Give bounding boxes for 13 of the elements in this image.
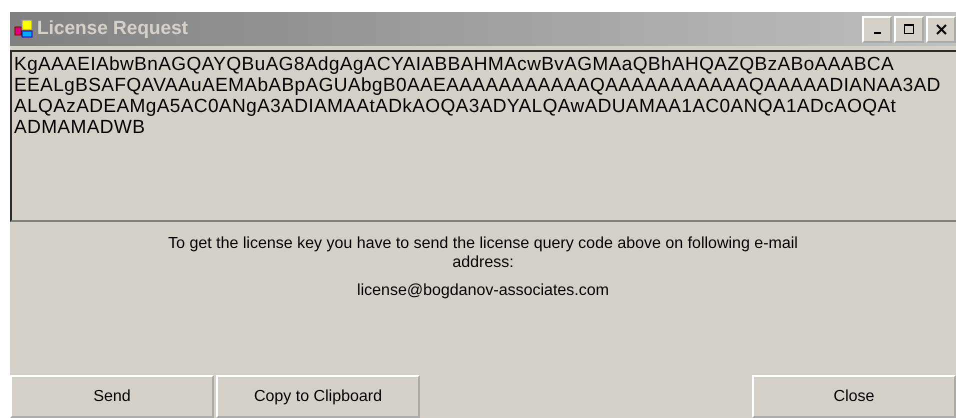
email-address: license@bogdanov-associates.com bbox=[356, 282, 610, 300]
close-icon bbox=[936, 24, 946, 34]
close-button[interactable] bbox=[926, 16, 956, 42]
window-title: License Request bbox=[37, 18, 189, 40]
dialog-button[interactable]: Copy to Clipboard bbox=[216, 375, 420, 418]
dialog-button[interactable]: Close bbox=[752, 375, 956, 418]
minimize-icon bbox=[874, 32, 880, 34]
app-icon bbox=[14, 19, 34, 39]
maximize-button[interactable] bbox=[894, 16, 924, 42]
query-code-field[interactable]: KgAAAEIAbwBnAGQAYQBuAG8AdgAgACYAIABBAHMAcwBvAGMAaQBhAHQAZQBzABoAAABCA EEALgBSAFQAVAAuAEMAbABpAGUAbgB0AAEAAAAAAAAAAAQAAAAAAAAAAAQAAAAADIANAA3AD ALQAzADEAMgA5AC0ANgA3ADIAMAAtADkAOQA3ADYALQAwADUAMAA1AC0ANQA1ADcAOQAt ADMAMADWB bbox=[10, 50, 956, 222]
instruction-text: To get the license key you have to send the license query code above on following e-mail address: bbox=[167, 234, 799, 272]
maximize-icon bbox=[903, 23, 915, 35]
dialog-button[interactable]: Send bbox=[10, 375, 214, 418]
